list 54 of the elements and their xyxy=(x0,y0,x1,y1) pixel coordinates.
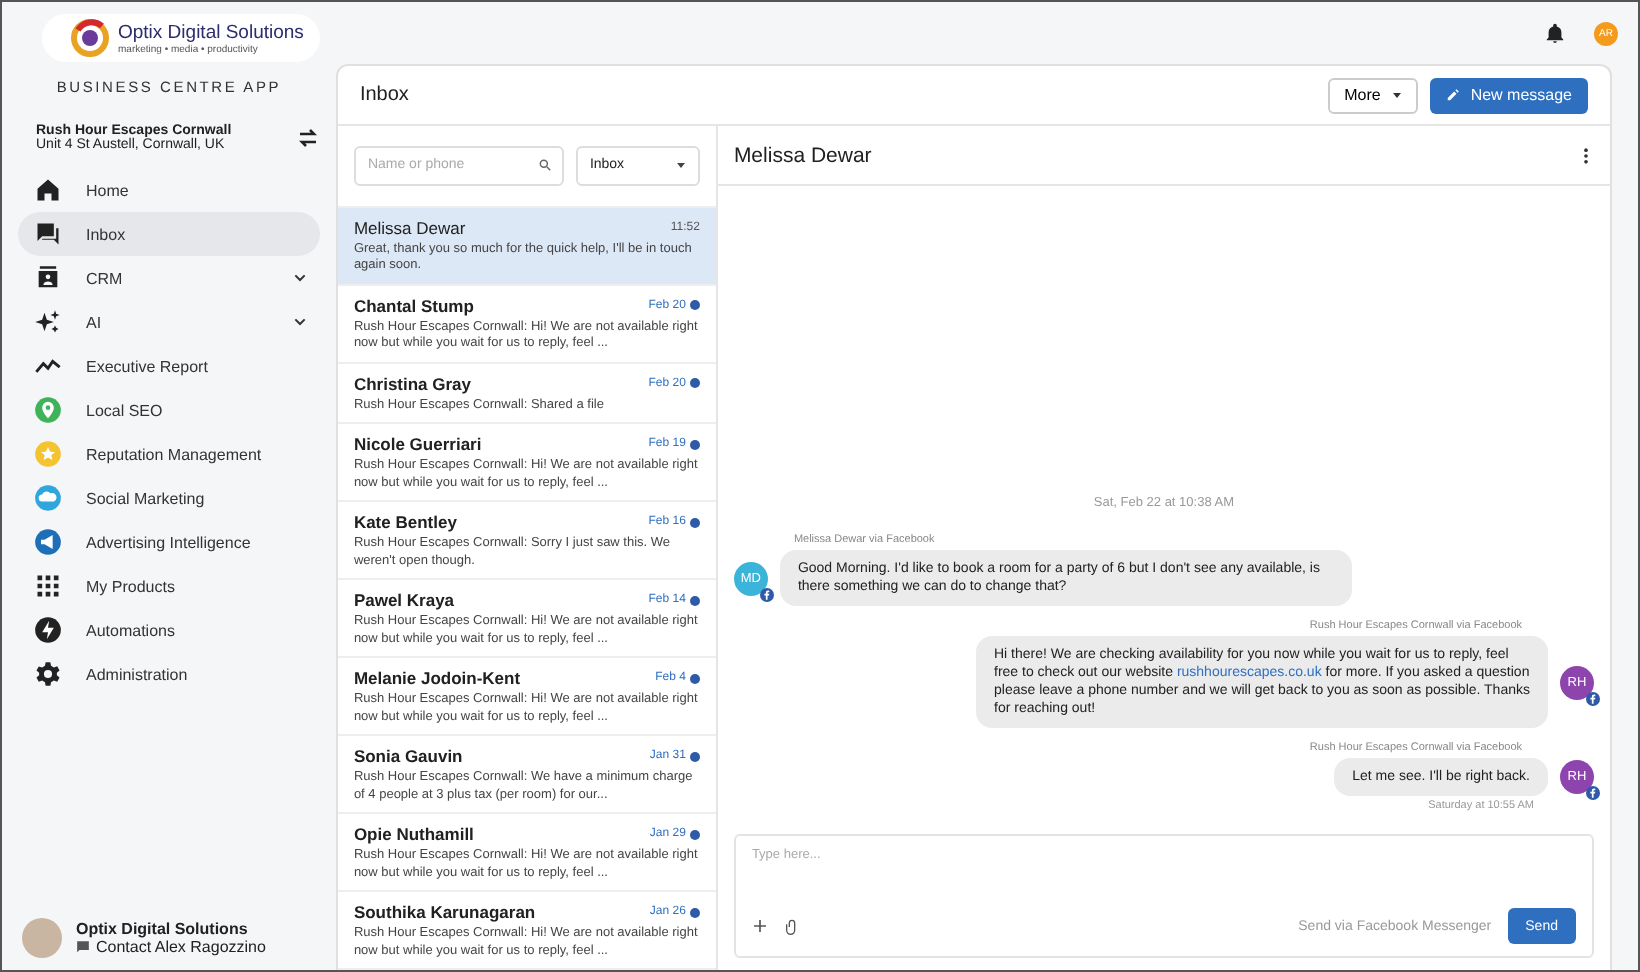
more-options-icon[interactable] xyxy=(1578,145,1594,165)
nav-item[interactable]: AI xyxy=(18,300,320,344)
contact-name: Nicole Guerriari xyxy=(353,434,482,454)
contact-name: Sonia Gauvin xyxy=(353,746,463,766)
nav-item[interactable]: Administration xyxy=(18,652,320,696)
search-icon xyxy=(537,157,552,172)
contact-name: Kate Bentley xyxy=(353,512,457,532)
caret-icon xyxy=(675,160,686,171)
paperclip-icon[interactable] xyxy=(783,917,800,935)
contact-name: Chantal Stump xyxy=(353,295,474,315)
megaphone-icon xyxy=(34,528,62,556)
chat-icon xyxy=(34,220,62,248)
conversation-title: Melissa Dewar xyxy=(733,143,872,167)
contact-name: Christina Gray xyxy=(353,373,472,393)
nav-item[interactable]: Executive Report xyxy=(18,344,320,388)
gear-icon xyxy=(34,660,62,688)
nav-item[interactable]: Automations xyxy=(18,608,320,652)
nav-item[interactable]: Inbox xyxy=(18,212,320,256)
message-icon xyxy=(76,940,90,954)
nav-item[interactable]: Reputation Management xyxy=(18,432,320,476)
contact-link[interactable]: Contact Alex Ragozzino xyxy=(76,938,266,956)
contact-name: Melissa Dewar xyxy=(353,217,466,237)
contact-name: Pawel Kraya xyxy=(353,590,455,610)
contact-name: Southika Karunagaran xyxy=(353,902,536,922)
more-button[interactable]: More xyxy=(1328,77,1419,113)
page-title: Inbox xyxy=(359,84,411,106)
contact-name: Opie Nuthamill xyxy=(353,824,474,844)
sparkle-icon xyxy=(34,308,62,336)
nav-item[interactable]: Advertising Intelligence xyxy=(18,520,320,564)
nav-item[interactable]: Local SEO xyxy=(18,388,320,432)
compose-icon xyxy=(1446,88,1461,102)
nav-item[interactable]: Home xyxy=(18,168,320,212)
contact-card-icon xyxy=(34,264,62,292)
logo-ring-icon xyxy=(70,18,110,58)
nav-item[interactable]: My Products xyxy=(18,564,320,608)
facebook-badge-icon xyxy=(1586,691,1600,705)
cloud-icon xyxy=(34,484,62,512)
facebook-badge-icon xyxy=(1586,786,1600,800)
facebook-badge-icon xyxy=(759,587,774,601)
location-pin-icon xyxy=(34,396,62,424)
plus-icon[interactable] xyxy=(751,918,768,934)
footer-name: Optix Digital Solutions xyxy=(76,920,250,938)
swap-icon[interactable] xyxy=(295,126,320,150)
nav-item[interactable]: Social Marketing xyxy=(18,476,320,520)
nav-item[interactable]: CRM xyxy=(18,256,320,300)
lightning-icon xyxy=(34,616,62,644)
caret-icon xyxy=(1392,90,1403,100)
grid-icon xyxy=(34,572,62,600)
contact-name: Melanie Jodoin-Kent xyxy=(353,668,521,688)
brand-name: Optix Digital Solutions xyxy=(118,21,304,43)
home-icon xyxy=(34,176,62,204)
bell-icon[interactable] xyxy=(1544,22,1566,44)
new-message-button[interactable]: New message xyxy=(1430,77,1588,113)
avatar-circle xyxy=(22,918,62,958)
